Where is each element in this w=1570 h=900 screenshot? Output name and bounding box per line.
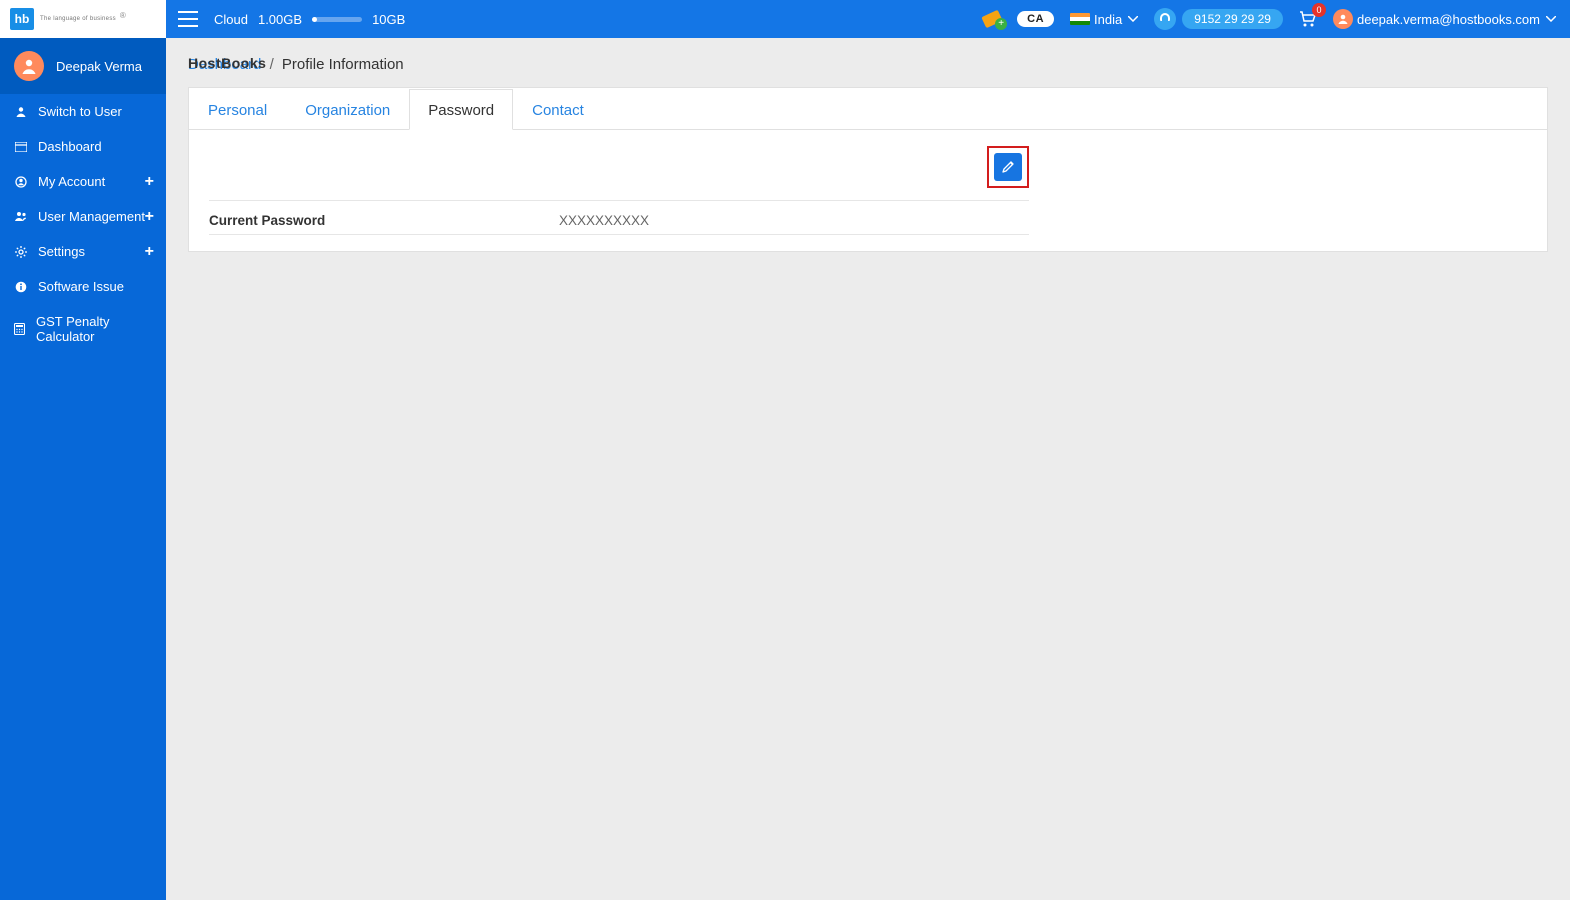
- plus-icon: +: [145, 209, 154, 225]
- edit-password-button[interactable]: [994, 153, 1022, 181]
- user-menu[interactable]: deepak.verma@hostbooks.com: [1333, 9, 1556, 29]
- cart-count-badge: 0: [1312, 3, 1326, 17]
- sidebar-user-name: Deepak Verma: [56, 59, 142, 74]
- chevron-down-icon: [1128, 16, 1138, 22]
- country-label: India: [1094, 12, 1122, 27]
- chevron-down-icon: [1546, 16, 1556, 22]
- sidebar-item-label: GST Penalty Calculator: [36, 314, 152, 344]
- password-panel: Current Password XXXXXXXXXX: [189, 130, 1547, 251]
- avatar-icon: [14, 51, 44, 81]
- sidebar-item-label: Settings: [38, 244, 85, 259]
- account-icon: [14, 176, 28, 188]
- dash-icon: [14, 142, 28, 152]
- topbar: hb HostBooks The language of business ® …: [0, 0, 1570, 38]
- sidebar-item-label: Switch to User: [38, 104, 122, 119]
- storage-fill: [312, 17, 317, 22]
- avatar-icon: [1333, 9, 1353, 29]
- sidebar-profile[interactable]: Deepak Verma: [0, 38, 166, 94]
- sidebar-item-settings[interactable]: Settings +: [0, 234, 166, 269]
- india-flag-icon: [1070, 13, 1090, 25]
- logo[interactable]: hb HostBooks The language of business ®: [0, 0, 166, 38]
- sidebar-item-my-account[interactable]: My Account +: [0, 164, 166, 199]
- ca-badge[interactable]: CA: [1017, 11, 1054, 27]
- tab-password[interactable]: Password: [409, 89, 513, 130]
- users-icon: [14, 211, 28, 222]
- cloud-total: 10GB: [372, 12, 405, 27]
- logo-tagline: The language of business: [40, 16, 116, 22]
- sidebar-item-label: Dashboard: [38, 139, 102, 154]
- pencil-icon: [1001, 160, 1015, 174]
- gear-icon: [14, 246, 28, 258]
- sidebar: Deepak Verma Switch to User Dashboard My A…: [0, 38, 166, 900]
- tab-row: PersonalOrganizationPasswordContact: [189, 88, 1547, 130]
- tab-organization[interactable]: Organization: [286, 89, 409, 130]
- logo-brand: HostBooks: [166, 38, 1570, 74]
- sidebar-item-label: User Management: [38, 209, 145, 224]
- plus-icon: +: [145, 174, 154, 190]
- calc-icon: [14, 323, 26, 335]
- phone-number: 9152 29 29 29: [1182, 9, 1283, 29]
- plus-icon: +: [995, 18, 1007, 30]
- sidebar-item-gst-penalty-calculator[interactable]: GST Penalty Calculator: [0, 304, 166, 354]
- password-field-row: Current Password XXXXXXXXXX: [209, 201, 1029, 235]
- main-content: Dashboard / Profile Information Personal…: [166, 38, 1570, 900]
- plus-icon: +: [145, 244, 154, 260]
- user-icon: [14, 106, 28, 118]
- headset-icon: [1154, 8, 1176, 30]
- cloud-label: Cloud: [214, 12, 248, 27]
- support-phone[interactable]: 9152 29 29 29: [1154, 8, 1283, 30]
- sidebar-item-dashboard[interactable]: Dashboard: [0, 129, 166, 164]
- sidebar-item-software-issue[interactable]: Software Issue: [0, 269, 166, 304]
- ticket-button[interactable]: +: [983, 13, 1001, 25]
- cloud-used: 1.00GB: [258, 12, 302, 27]
- field-label: Current Password: [209, 213, 559, 228]
- sidebar-item-label: My Account: [38, 174, 105, 189]
- profile-card: PersonalOrganizationPasswordContact Curr…: [188, 87, 1548, 252]
- sidebar-item-user-management[interactable]: User Management+: [0, 199, 166, 234]
- user-email: deepak.verma@hostbooks.com: [1357, 12, 1540, 27]
- field-value: XXXXXXXXXX: [559, 213, 649, 228]
- ca-badge-text: CA: [1017, 11, 1054, 27]
- storage-bar: [312, 17, 362, 22]
- country-selector[interactable]: India: [1070, 12, 1138, 27]
- cart-button[interactable]: 0: [1299, 11, 1317, 27]
- sidebar-item-switch-to-user[interactable]: Switch to User: [0, 94, 166, 129]
- logo-badge-icon: hb: [10, 8, 34, 30]
- tab-contact[interactable]: Contact: [513, 89, 603, 130]
- storage-indicator: Cloud 1.00GB 10GB: [214, 12, 405, 27]
- info-icon: [14, 281, 28, 293]
- registered-icon: ®: [120, 11, 126, 20]
- hamburger-menu-icon[interactable]: [178, 11, 198, 27]
- edit-highlight: [987, 146, 1029, 188]
- sidebar-item-label: Software Issue: [38, 279, 124, 294]
- tab-personal[interactable]: Personal: [189, 89, 286, 130]
